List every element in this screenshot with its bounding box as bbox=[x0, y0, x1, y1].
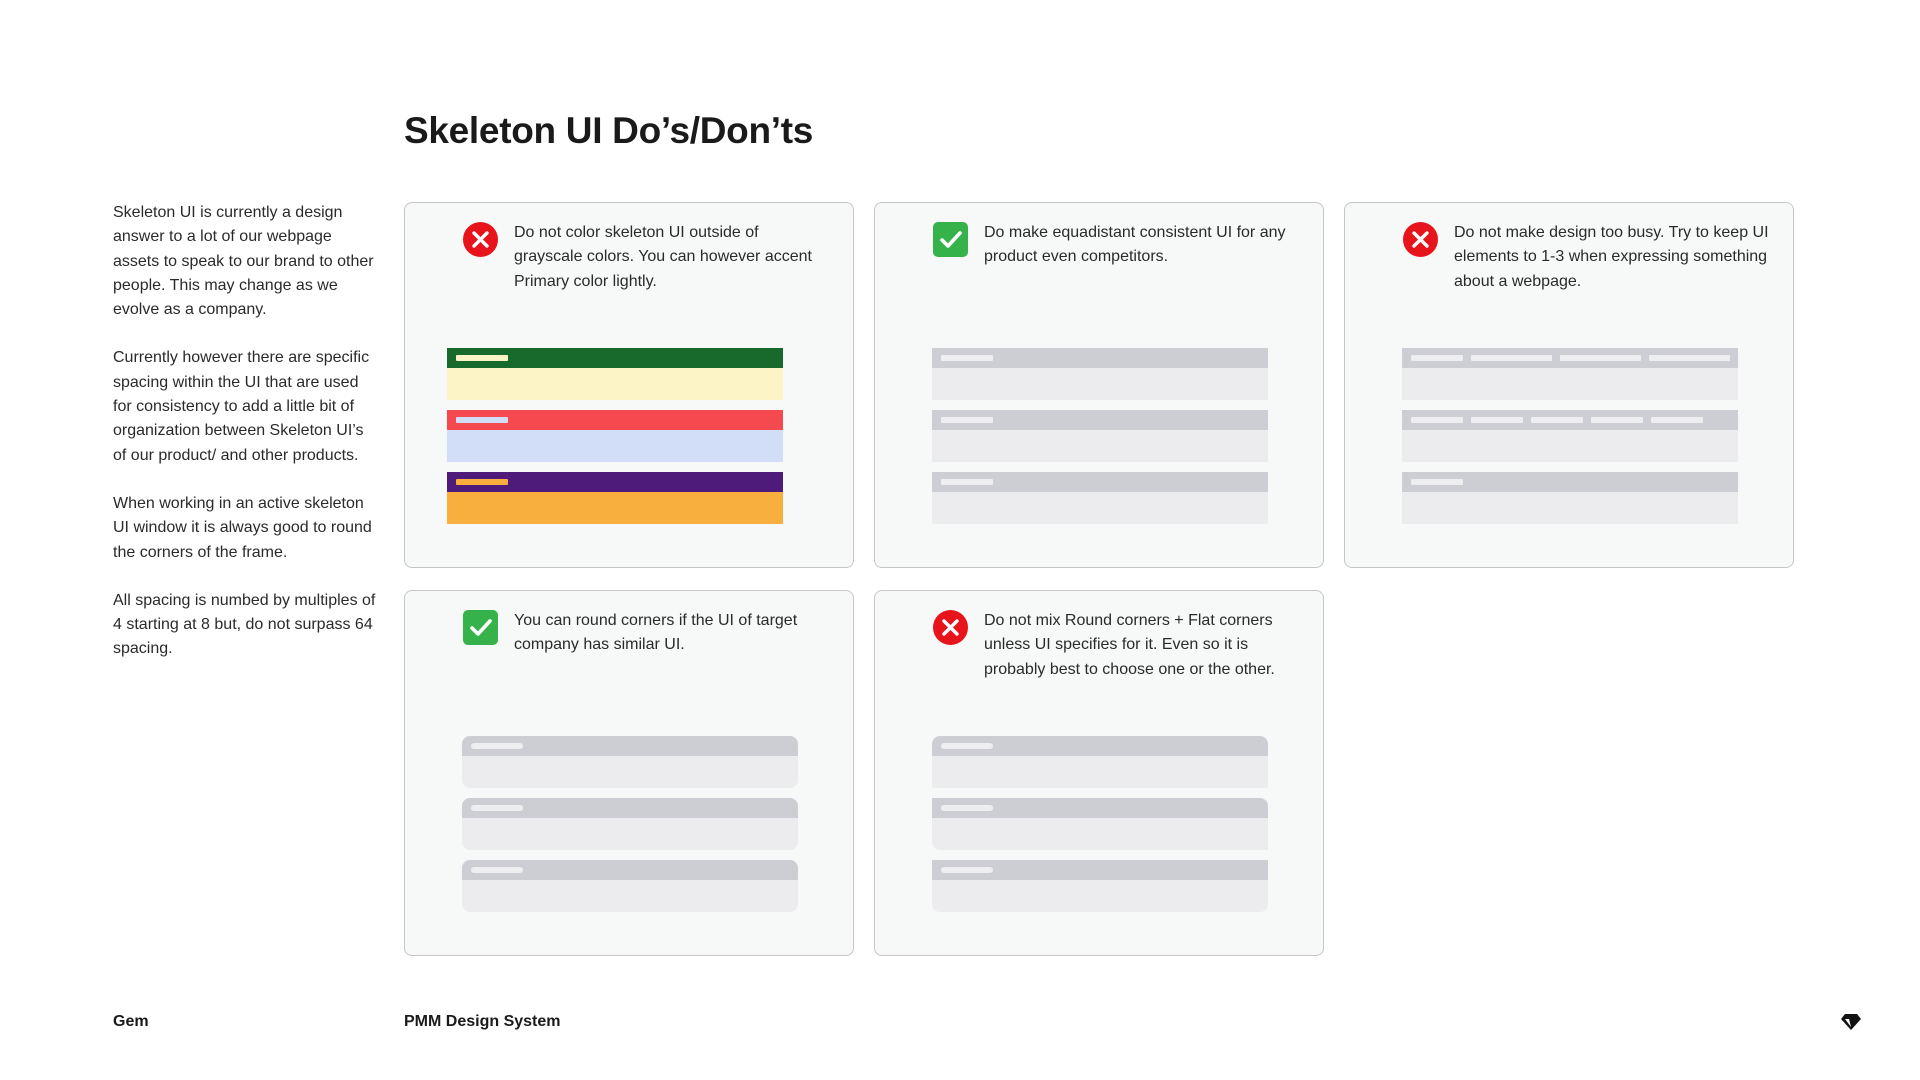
card-header: Do make equadistant consistent UI for an… bbox=[933, 221, 1299, 270]
skeleton-preview-colored bbox=[447, 348, 783, 524]
skeleton-pill bbox=[1560, 355, 1641, 361]
skeleton-row bbox=[1402, 410, 1738, 462]
skeleton-pill bbox=[941, 743, 993, 749]
skeleton-row-body bbox=[447, 368, 783, 400]
skeleton-pill bbox=[471, 805, 523, 811]
x-circle-icon bbox=[933, 610, 968, 645]
skeleton-pill bbox=[1531, 417, 1583, 423]
skeleton-row-body bbox=[932, 492, 1268, 524]
skeleton-preview-consistent bbox=[932, 348, 1268, 524]
skeleton-pill bbox=[456, 479, 508, 485]
skeleton-row-body bbox=[447, 492, 783, 524]
card-do-consistent: Do make equadistant consistent UI for an… bbox=[874, 202, 1324, 568]
skeleton-pill bbox=[471, 867, 523, 873]
card-header: Do not mix Round corners + Flat corners … bbox=[933, 609, 1299, 682]
sidebar-paragraph: When working in an active skeleton UI wi… bbox=[113, 494, 372, 561]
card-header: Do not color skeleton UI outside of gray… bbox=[463, 221, 829, 294]
skeleton-pill bbox=[1471, 355, 1552, 361]
skeleton-row-body bbox=[932, 880, 1268, 912]
skeleton-preview-mixed bbox=[932, 736, 1268, 912]
card-header: Do not make design too busy. Try to keep… bbox=[1403, 221, 1769, 294]
skeleton-pill bbox=[941, 355, 993, 361]
card-do-rounded: You can round corners if the UI of targe… bbox=[404, 590, 854, 956]
skeleton-row bbox=[1402, 348, 1738, 400]
skeleton-preview-rounded bbox=[462, 736, 798, 912]
skeleton-row bbox=[462, 736, 798, 788]
skeleton-row-body bbox=[1402, 430, 1738, 462]
skeleton-pill bbox=[941, 479, 993, 485]
skeleton-row-body bbox=[447, 430, 783, 462]
skeleton-row bbox=[932, 860, 1268, 912]
skeleton-row bbox=[932, 348, 1268, 400]
card-description: Do make equadistant consistent UI for an… bbox=[984, 224, 1286, 266]
skeleton-row bbox=[1402, 472, 1738, 524]
skeleton-pill bbox=[1591, 417, 1643, 423]
check-square-icon bbox=[463, 610, 498, 645]
card-description: You can round corners if the UI of targe… bbox=[514, 612, 798, 654]
skeleton-pill bbox=[941, 867, 993, 873]
skeleton-row-body bbox=[1402, 492, 1738, 524]
skeleton-row-body bbox=[932, 756, 1268, 788]
sidebar-paragraph: All spacing is numbed by multiples of 4 … bbox=[113, 591, 376, 658]
skeleton-pill bbox=[1411, 417, 1463, 423]
sidebar-notes: Skeleton UI is currently a design answer… bbox=[113, 201, 378, 686]
skeleton-pill bbox=[1649, 355, 1730, 361]
skeleton-row-body bbox=[1402, 368, 1738, 400]
skeleton-row-body bbox=[932, 818, 1268, 850]
skeleton-pill bbox=[1411, 479, 1463, 485]
sidebar-paragraph: Skeleton UI is currently a design answer… bbox=[113, 204, 374, 319]
card-description: Do not mix Round corners + Flat corners … bbox=[984, 612, 1275, 678]
skeleton-row bbox=[447, 410, 783, 462]
skeleton-row-body bbox=[462, 818, 798, 850]
check-square-icon bbox=[933, 222, 968, 257]
card-header: You can round corners if the UI of targe… bbox=[463, 609, 829, 658]
skeleton-row-body bbox=[462, 756, 798, 788]
skeleton-row bbox=[462, 860, 798, 912]
skeleton-row bbox=[932, 472, 1268, 524]
gem-logo-icon bbox=[1840, 1013, 1862, 1031]
card-description: Do not color skeleton UI outside of gray… bbox=[514, 224, 812, 290]
skeleton-pill bbox=[456, 355, 508, 361]
skeleton-pill bbox=[471, 743, 523, 749]
skeleton-pill bbox=[1651, 417, 1703, 423]
skeleton-row bbox=[932, 736, 1268, 788]
skeleton-pill bbox=[456, 417, 508, 423]
skeleton-row bbox=[462, 798, 798, 850]
skeleton-row bbox=[932, 798, 1268, 850]
card-description: Do not make design too busy. Try to keep… bbox=[1454, 224, 1769, 290]
skeleton-pill bbox=[941, 417, 993, 423]
skeleton-pill bbox=[1411, 355, 1463, 361]
sidebar-paragraph: Currently however there are specific spa… bbox=[113, 349, 370, 464]
skeleton-row-body bbox=[462, 880, 798, 912]
page-title: Skeleton UI Do’s/Don’ts bbox=[404, 110, 814, 151]
skeleton-row bbox=[932, 410, 1268, 462]
skeleton-preview-busy bbox=[1402, 348, 1738, 524]
card-dont-colored: Do not color skeleton UI outside of gray… bbox=[404, 202, 854, 568]
footer-title: PMM Design System bbox=[404, 1013, 561, 1030]
skeleton-pill bbox=[1471, 417, 1523, 423]
x-circle-icon bbox=[463, 222, 498, 257]
footer-brand: Gem bbox=[113, 1013, 149, 1030]
skeleton-row bbox=[447, 472, 783, 524]
skeleton-row-body bbox=[932, 430, 1268, 462]
skeleton-row bbox=[447, 348, 783, 400]
skeleton-row-body bbox=[932, 368, 1268, 400]
card-dont-busy: Do not make design too busy. Try to keep… bbox=[1344, 202, 1794, 568]
card-dont-mixed-corners: Do not mix Round corners + Flat corners … bbox=[874, 590, 1324, 956]
skeleton-pill bbox=[941, 805, 993, 811]
x-circle-icon bbox=[1403, 222, 1438, 257]
